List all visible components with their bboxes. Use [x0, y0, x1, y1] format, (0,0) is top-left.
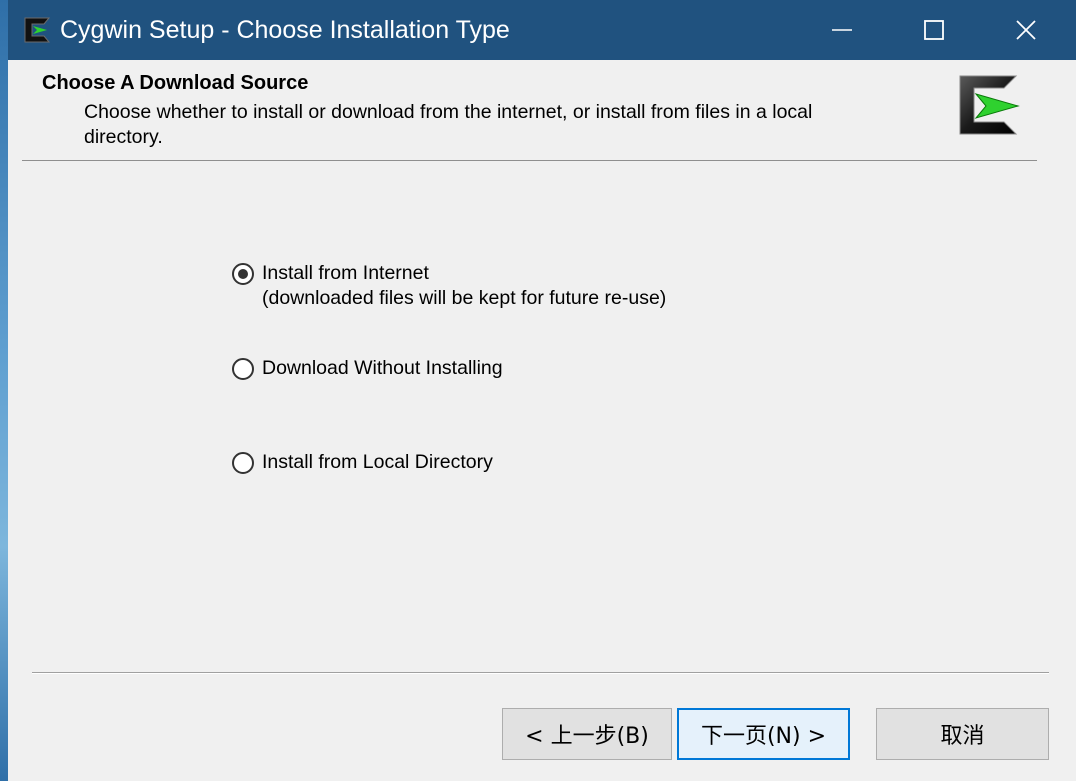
cygwin-logo-icon — [959, 75, 1020, 135]
cancel-button[interactable]: 取消 — [876, 708, 1049, 760]
maximize-button[interactable] — [888, 0, 980, 60]
setup-window: Cygwin Setup - Choose Installation Type … — [8, 0, 1076, 781]
title-bar[interactable]: Cygwin Setup - Choose Installation Type — [8, 0, 1076, 60]
close-button[interactable] — [980, 0, 1072, 60]
maximize-icon — [924, 20, 944, 40]
window-title: Cygwin Setup - Choose Installation Type — [60, 16, 510, 44]
option-label: Install from Local Directory — [262, 451, 493, 473]
option-label-line1: Install from Internet — [262, 262, 429, 284]
radio-install-from-local-directory[interactable] — [232, 452, 254, 474]
close-icon — [1016, 20, 1036, 40]
option-install-from-internet[interactable]: Install from Internet (downloaded files … — [232, 261, 666, 311]
option-install-from-local-directory[interactable]: Install from Local Directory — [232, 450, 493, 475]
option-label: Install from Internet (downloaded files … — [262, 261, 666, 311]
cygwin-logo-icon — [24, 17, 51, 43]
footer-separator — [32, 672, 1049, 674]
minimize-button[interactable] — [796, 0, 888, 60]
page-description: Choose whether to install or download fr… — [84, 101, 813, 148]
option-download-without-installing[interactable]: Download Without Installing — [232, 356, 503, 381]
option-label: Download Without Installing — [262, 357, 503, 379]
page-title: Choose A Download Source — [42, 72, 309, 94]
back-button[interactable]: < 上一步(B) — [502, 708, 672, 760]
minimize-icon — [832, 29, 852, 31]
radio-download-without-installing[interactable] — [232, 358, 254, 380]
header-separator — [22, 160, 1037, 161]
next-button[interactable]: 下一页(N) > — [677, 708, 850, 760]
radio-install-from-internet[interactable] — [232, 263, 254, 285]
option-label-line2: (downloaded files will be kept for futur… — [262, 287, 667, 309]
